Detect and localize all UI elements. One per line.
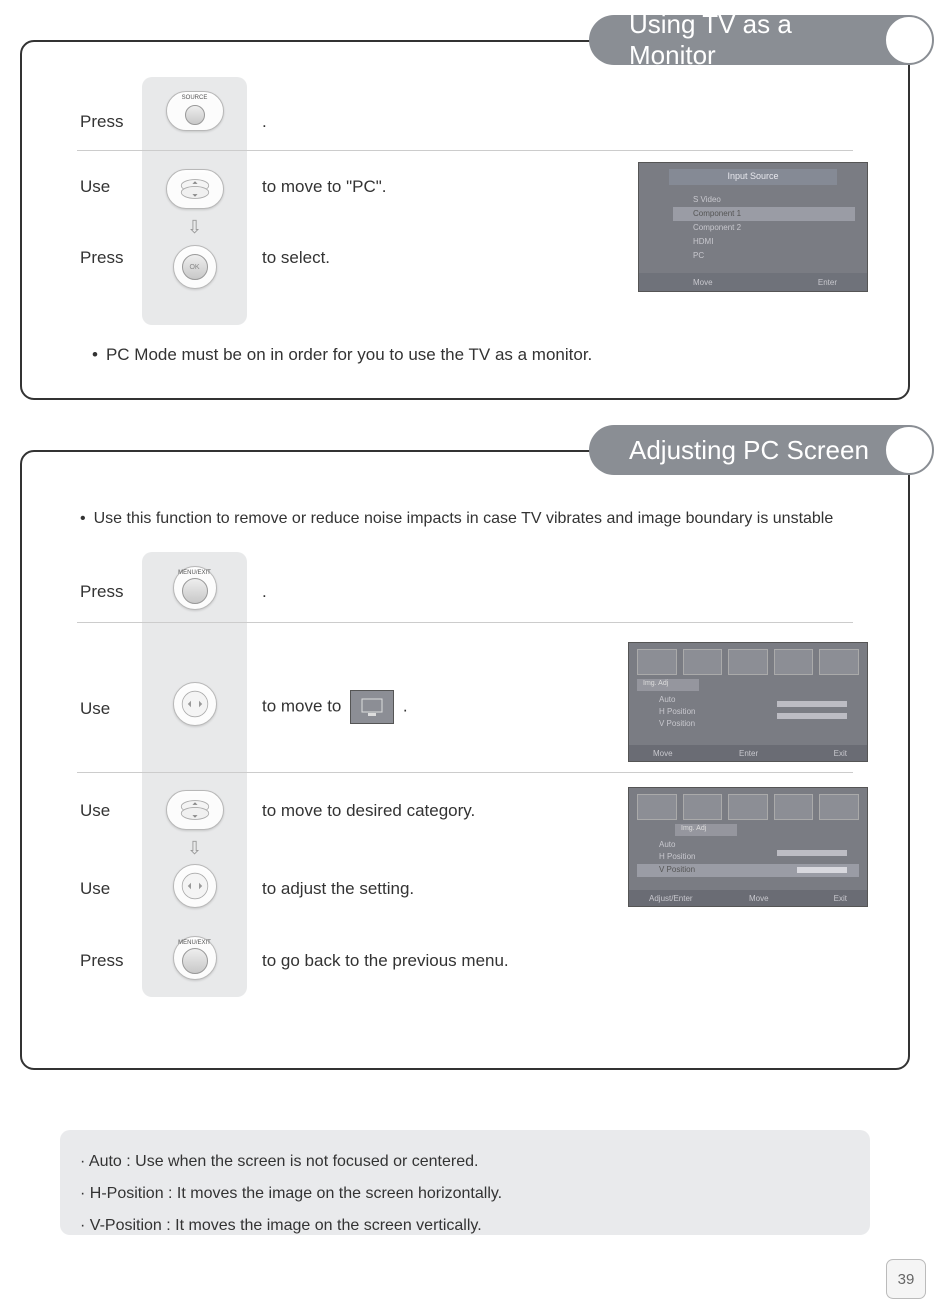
s2-r4-desc: to adjust the setting. (262, 879, 414, 899)
ok-button: OK (173, 245, 217, 289)
row2b-action: Press (80, 248, 123, 268)
osd-item: V Position (659, 719, 695, 728)
updown-icon (176, 798, 214, 822)
pc-menu-icon (350, 690, 394, 724)
section1-title: Using TV as a Monitor (629, 9, 879, 71)
row2a-desc: to move to "PC". (262, 177, 387, 197)
def-hpos: H-Position : It moves the image on the s… (80, 1178, 850, 1210)
page-number: 39 (898, 1271, 915, 1288)
divider (77, 150, 853, 151)
osd-footer: Move (693, 278, 713, 287)
osd-tab: Img. Adj (643, 680, 668, 687)
osd-footer: Move (653, 749, 673, 758)
osd-footer: Enter (818, 278, 837, 287)
divider (77, 622, 853, 623)
section1-tab: Using TV as a Monitor (589, 15, 909, 65)
osd-item: Auto (659, 840, 675, 849)
down-arrow-icon: ⇩ (187, 217, 202, 238)
osd-footer: Exit (834, 749, 847, 758)
section2-intro: Use this function to remove or reduce no… (80, 510, 833, 528)
source-button-label: SOURCE (167, 95, 223, 101)
s2-r2-desc-post: . (403, 696, 408, 715)
row1-desc: . (262, 112, 267, 132)
osd-item: Component 1 (693, 209, 741, 218)
button-column-1: SOURCE ⇩ OK (142, 77, 247, 325)
osd-item: HDMI (693, 237, 713, 246)
menu-exit-label-2: MENU/EXIT (174, 940, 216, 946)
section2-tab: Adjusting PC Screen (589, 425, 909, 475)
updown-icon (176, 177, 214, 201)
divider (77, 772, 853, 773)
s2-r3-desc: to move to desired category. (262, 801, 475, 821)
s2-r2-desc-pre: to move to (262, 696, 341, 715)
panel-monitor: SOURCE ⇩ OK Press . Use to move to "PC".… (20, 40, 910, 400)
osd-item: PC (693, 251, 704, 260)
osd-pc-menu-1: Img. Adj Auto H Position V Position Move… (628, 642, 868, 762)
page-number-badge: 39 (886, 1259, 926, 1299)
definitions-box: Auto : Use when the screen is not focuse… (60, 1130, 870, 1235)
osd-item: H Position (659, 707, 695, 716)
s2-r4-action: Use (80, 879, 110, 899)
tab-circle-icon (884, 425, 934, 475)
leftright-icon (179, 688, 211, 720)
def-vpos: V-Position : It moves the image on the s… (80, 1210, 850, 1242)
s2-r5-desc: to go back to the previous menu. (262, 951, 509, 971)
menu-exit-label: MENU/EXIT (174, 570, 216, 576)
osd-footer: Move (749, 894, 769, 903)
osd-item: Auto (659, 695, 675, 704)
leftright-nav-button (173, 682, 217, 726)
osd-item: V Position (659, 865, 695, 874)
osd-item: Component 2 (693, 223, 741, 232)
osd-footer: Adjust/Enter (649, 894, 693, 903)
s2-r1-desc: . (262, 582, 267, 602)
osd-input-source: Input Source S Video Component 1 Compone… (638, 162, 868, 292)
menu-exit-button: MENU/EXIT (173, 566, 217, 610)
menu-exit-button-2: MENU/EXIT (173, 936, 217, 980)
s2-r2-action: Use (80, 699, 110, 719)
section1-note: PC Mode must be on in order for you to u… (92, 345, 592, 365)
s2-r2-desc: to move to . (262, 690, 408, 724)
updown-nav-button (166, 169, 224, 209)
osd-footer: Enter (739, 749, 758, 758)
panel-pc-screen: Use this function to remove or reduce no… (20, 450, 910, 1070)
updown-nav-button-2 (166, 790, 224, 830)
s2-r3-action: Use (80, 801, 110, 821)
def-auto: Auto : Use when the screen is not focuse… (80, 1146, 850, 1178)
row2a-action: Use (80, 177, 110, 197)
tab-circle-icon (884, 15, 934, 65)
s2-r1-action: Press (80, 582, 123, 602)
osd-tab: Img. Adj (681, 825, 706, 832)
row2b-desc: to select. (262, 248, 330, 268)
osd-title: Input Source (639, 171, 867, 181)
s2-r5-action: Press (80, 951, 123, 971)
row1-action: Press (80, 112, 123, 132)
osd-pc-menu-2: Img. Adj Auto H Position V Position Adju… (628, 787, 868, 907)
down-arrow-icon: ⇩ (187, 838, 202, 859)
button-column-2: MENU/EXIT ⇩ MENU/EXIT (142, 552, 247, 997)
source-button: SOURCE (166, 91, 224, 131)
section2-title: Adjusting PC Screen (629, 435, 869, 466)
ok-button-label: OK (189, 264, 199, 271)
leftright-adjust-button (173, 864, 217, 908)
osd-item: S Video (693, 195, 721, 204)
osd-item: H Position (659, 852, 695, 861)
leftright-icon (179, 870, 211, 902)
osd-footer: Exit (834, 894, 847, 903)
